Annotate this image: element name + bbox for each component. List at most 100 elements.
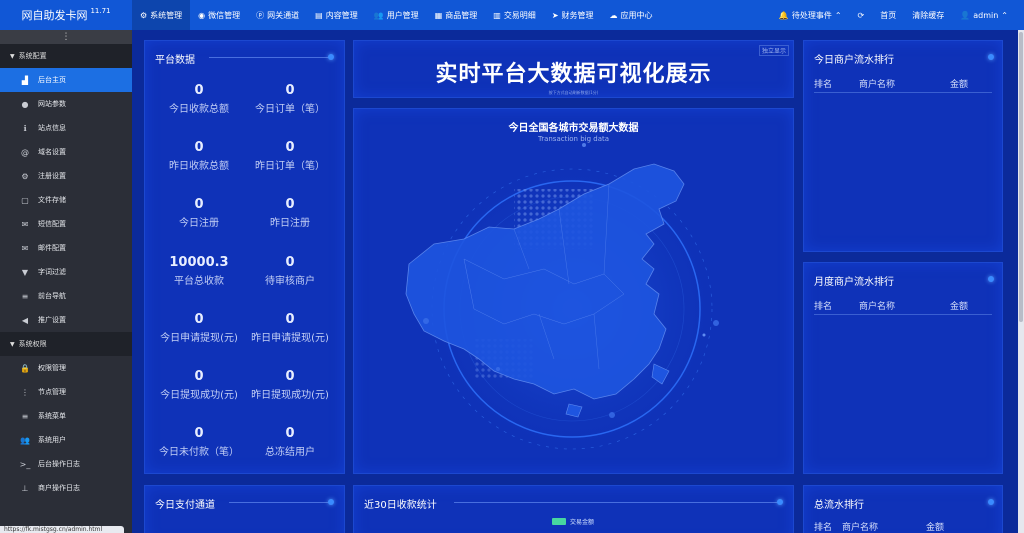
- sidebar-item[interactable]: ◀ 推广设置: [0, 308, 132, 332]
- sidebar-item[interactable]: ⚙ 注册设置: [0, 164, 132, 188]
- sidebar-toggle[interactable]: ⋮: [0, 30, 132, 44]
- china-map: [405, 143, 722, 459]
- sidebar-item-label: 权限管理: [38, 364, 66, 372]
- stat-card: 0 今日订单（笔）: [245, 83, 335, 115]
- sidebar-item[interactable]: ▟ 后台主页: [0, 68, 132, 92]
- sidebar-item[interactable]: ⋮ 节点管理: [0, 380, 132, 404]
- sidebar-item-icon: ✉: [21, 219, 29, 229]
- refresh-button[interactable]: ⟳: [850, 0, 873, 30]
- sidebar-item[interactable]: ≡ 系统菜单: [0, 404, 132, 428]
- sidebar-group-label: 系统权限: [18, 340, 47, 348]
- sidebar-item-label: 字词过滤: [38, 268, 66, 276]
- sidebar-item[interactable]: ▢ 文件存储: [0, 188, 132, 212]
- stat-value: 0: [194, 369, 204, 384]
- top-menu-item[interactable]: 👥 用户管理: [366, 0, 427, 30]
- stat-value: 0: [285, 197, 295, 213]
- top-menu-label: 微信管理: [208, 10, 241, 20]
- stat-card: 0 今日提现成功(元): [154, 369, 244, 401]
- chart-legend[interactable]: 交易金额: [552, 517, 594, 526]
- total-ranking-header: 排名 商户名称 金额: [814, 520, 992, 533]
- brand-logo[interactable]: 网自助发卡网 11.71: [0, 0, 132, 30]
- sidebar-group[interactable]: ▼ 系统配置: [0, 44, 132, 68]
- caret-down-icon: ▼: [10, 340, 15, 348]
- stats-30days-panel: 近30日收款统计 交易金额: [353, 485, 794, 533]
- chevron-up-icon: ⌃: [1001, 10, 1008, 20]
- payment-channels-title: 今日支付通道: [155, 500, 215, 511]
- top-menu-item[interactable]: ➤ 财务管理: [544, 0, 602, 30]
- panel-dot-icon: [988, 276, 994, 282]
- sidebar-item-label: 后台主页: [38, 76, 66, 84]
- sidebar: ⋮ ▼ 系统配置 ▟ 后台主页 ● 网站参数 ℹ 站点信息 @ 域名设置 ⚙ 注册设置 ▢ 文件存储 ✉ 短信…: [0, 30, 132, 533]
- top-menu-label: 财务管理: [561, 10, 594, 20]
- sidebar-item-label: 注册设置: [38, 172, 66, 180]
- top-menu-item[interactable]: ◉ 微信管理: [190, 0, 248, 30]
- panel-dot-icon: [988, 499, 994, 505]
- stat-value: 0: [285, 83, 295, 98]
- page-scrollbar[interactable]: [1018, 30, 1024, 533]
- total-ranking-title: 总流水排行: [814, 500, 864, 511]
- col-rank: 排名: [814, 523, 833, 533]
- clear-cache-button[interactable]: 清除缓存: [904, 0, 952, 30]
- top-menu-item[interactable]: ▤ 内容管理: [307, 0, 366, 30]
- menu-icon: 👥: [373, 10, 384, 20]
- sidebar-item[interactable]: @ 域名设置: [0, 140, 132, 164]
- total-ranking-panel: 总流水排行 排名 商户名称 金额: [803, 485, 1003, 533]
- sidebar-item[interactable]: ✉ 邮件配置: [0, 236, 132, 260]
- user-menu[interactable]: 👤 admin ⌃: [952, 0, 1024, 30]
- col-rank: 排名: [814, 80, 833, 90]
- sidebar-item[interactable]: >_ 后台操作日志: [0, 452, 132, 476]
- top-menu-item[interactable]: ☁ 应用中心: [602, 0, 661, 30]
- standalone-button[interactable]: 独立显示: [758, 45, 789, 56]
- top-menu-item[interactable]: ▥ 交易明细: [485, 0, 544, 30]
- stat-label: 总冻结用户: [265, 447, 315, 459]
- sidebar-item-label: 邮件配置: [38, 244, 66, 252]
- stat-card: 0 昨日收款总额: [154, 140, 244, 172]
- sidebar-item-icon: ▟: [21, 75, 29, 85]
- stat-label: 昨日提现成功(元): [251, 390, 329, 401]
- sidebar-item-label: 文件存储: [38, 196, 66, 204]
- sidebar-item[interactable]: 🔒 权限管理: [0, 356, 132, 380]
- stat-label: 今日订单（笔）: [255, 104, 325, 115]
- top-menu: ⚙ 系统管理 ◉ 微信管理 ⓟ 网关通道 ▤ 内容管理 👥 用户管理 ▦ 商品管理 ▥ 交易明细 ➤ 财务管理…: [132, 0, 661, 30]
- stat-label: 昨日订单（笔）: [255, 161, 325, 173]
- home-link[interactable]: 首页: [872, 0, 904, 30]
- sidebar-item[interactable]: ⊥ 商户操作日志: [0, 476, 132, 500]
- sidebar-item[interactable]: ▼ 字词过滤: [0, 260, 132, 284]
- sidebar-item[interactable]: ● 网站参数: [0, 92, 132, 116]
- sidebar-item[interactable]: ℹ 站点信息: [0, 116, 132, 140]
- pending-events-dropdown[interactable]: 🔔 待处理事件 ⌃: [771, 0, 850, 30]
- menu-icon: ⚙: [140, 10, 148, 20]
- stat-card: 0 今日收款总额: [154, 83, 244, 115]
- sidebar-item[interactable]: 👥 系统用户: [0, 428, 132, 452]
- sidebar-item-icon: ◀: [21, 315, 29, 325]
- stat-card: 0 昨日申请提现(元): [245, 312, 335, 344]
- sidebar-item-label: 系统用户: [38, 436, 66, 444]
- sidebar-item-icon: >_: [19, 459, 31, 469]
- today-ranking-panel: 今日商户流水排行 排名 商户名称 金额: [803, 40, 1003, 252]
- top-menu-item[interactable]: ▦ 商品管理: [427, 0, 486, 30]
- sidebar-item-label: 后台操作日志: [38, 460, 80, 468]
- sidebar-menu: ▼ 系统配置 ▟ 后台主页 ● 网站参数 ℹ 站点信息 @ 域名设置 ⚙ 注册设置 ▢ 文件存储 ✉ 短信配置…: [0, 44, 132, 500]
- stat-card: 0 昨日注册: [245, 197, 335, 229]
- sidebar-item-icon: ≡: [21, 411, 29, 421]
- brand-version: 11.71: [90, 7, 111, 15]
- col-merchant: 商户名称: [842, 523, 879, 533]
- sidebar-item-label: 网站参数: [38, 100, 66, 108]
- top-menu-item[interactable]: ⓟ 网关通道: [248, 0, 307, 30]
- top-menu-label: 内容管理: [325, 10, 358, 20]
- sidebar-item[interactable]: ≡ 前台导航: [0, 284, 132, 308]
- top-menu-item[interactable]: ⚙ 系统管理: [132, 0, 191, 30]
- scrollbar-thumb[interactable]: [1019, 32, 1023, 322]
- stat-value: 0: [194, 140, 204, 156]
- sidebar-item-label: 站点信息: [38, 124, 66, 132]
- stat-card: 0 总冻结用户: [245, 426, 335, 458]
- sidebar-group-label: 系统配置: [18, 52, 47, 60]
- sidebar-item-label: 节点管理: [38, 388, 66, 396]
- stat-label: 待审核商户: [265, 275, 315, 287]
- col-amount: 金额: [950, 80, 969, 90]
- sidebar-group[interactable]: ▼ 系统权限: [0, 332, 132, 356]
- sidebar-item[interactable]: ✉ 短信配置: [0, 212, 132, 236]
- stat-label: 今日提现成功(元): [160, 390, 238, 401]
- chevron-up-icon: ⌃: [834, 10, 842, 20]
- panel-divider: [209, 57, 332, 58]
